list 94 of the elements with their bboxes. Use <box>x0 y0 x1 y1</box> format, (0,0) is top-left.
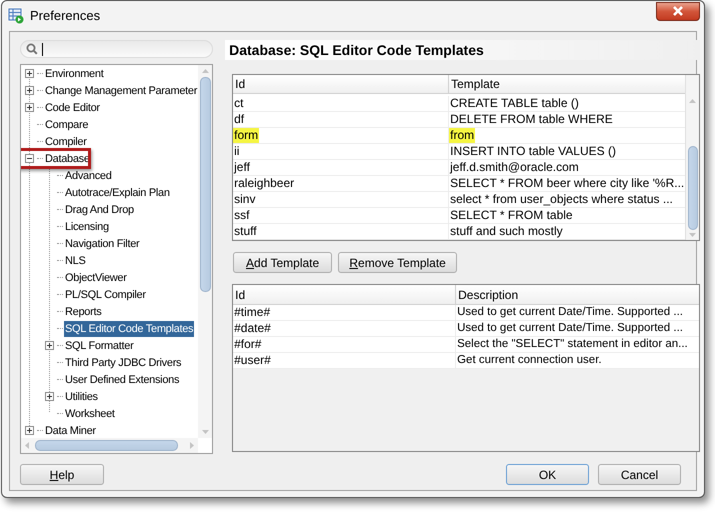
tree-item[interactable]: Autotrace/Explain Plan <box>64 184 171 200</box>
table-cell: #for# <box>233 337 262 352</box>
column-header[interactable]: Id <box>233 75 450 94</box>
tree-item[interactable]: Utilities <box>64 388 99 404</box>
help-button[interactable]: Help <box>20 464 104 485</box>
add-button[interactable]: Add Template <box>233 252 332 273</box>
table-cell: #time# <box>233 305 272 320</box>
table-cell: #date# <box>233 321 272 336</box>
expand-toggle[interactable] <box>25 103 34 112</box>
expand-toggle[interactable] <box>45 341 54 350</box>
table-cell: jeff <box>233 160 251 175</box>
tree-line <box>37 107 43 108</box>
tree-line <box>57 226 63 227</box>
tree-line <box>37 73 43 74</box>
cancel-button[interactable]: Cancel <box>598 464 681 485</box>
table-cell: #user# <box>233 353 272 368</box>
collapse-toggle[interactable] <box>25 154 34 163</box>
search-icon <box>26 43 38 55</box>
tree-item[interactable]: NLS <box>64 252 86 268</box>
table-cell: Used to get current Date/Time. Supported ... <box>456 305 684 320</box>
tree-item[interactable]: ObjectViewer <box>64 270 128 286</box>
table-cell: Select the "SELECT" statement in editor an... <box>456 337 689 352</box>
expand-toggle[interactable] <box>45 392 54 401</box>
table-cell: ssf <box>233 208 250 223</box>
tree-item[interactable]: Environment <box>44 66 104 82</box>
tree-item[interactable]: Licensing <box>64 218 110 234</box>
table-cell: form <box>233 128 260 143</box>
column-header[interactable]: Description <box>456 285 700 304</box>
table-cell: sinv <box>233 192 256 207</box>
tree-item[interactable]: PL/SQL Compiler <box>64 286 147 302</box>
tree-item[interactable]: Database <box>44 150 91 166</box>
close-icon <box>672 6 684 16</box>
tree-line <box>57 328 63 329</box>
search-field[interactable] <box>20 40 214 58</box>
tree-item[interactable]: Code Editor <box>44 100 101 116</box>
table-cell: from <box>449 128 476 143</box>
tree-line <box>37 430 43 431</box>
tree-line <box>57 396 63 397</box>
tree-item[interactable]: SQL Formatter <box>64 338 134 354</box>
table-cell: stuff <box>233 224 258 239</box>
table-cell: Used to get current Date/Time. Supported ... <box>456 321 684 336</box>
tree-item[interactable]: Data Miner <box>44 422 97 438</box>
table-cell: Get current connection user. <box>456 353 603 368</box>
tree-line <box>57 311 63 312</box>
table-cell: ii <box>233 144 240 159</box>
ok-button[interactable]: OK <box>506 464 589 485</box>
tree-item[interactable]: Compare <box>44 116 90 132</box>
app-icon <box>8 8 24 24</box>
expand-toggle[interactable] <box>25 426 34 435</box>
table-cell: SELECT * FROM table <box>449 208 574 223</box>
text-cursor <box>42 42 43 56</box>
remove-button[interactable]: Remove Template <box>338 252 458 273</box>
table-cell: CREATE TABLE table () <box>449 96 580 111</box>
tree-line <box>37 124 43 125</box>
tree-line <box>57 260 63 261</box>
tree-item[interactable]: Advanced <box>64 168 113 184</box>
page-heading: Database: SQL Editor Code Templates <box>229 40 484 60</box>
tree-line <box>57 209 63 210</box>
table-cell: DELETE FROM table WHERE <box>449 112 614 127</box>
table-cell: stuff and such mostly <box>449 224 564 239</box>
table-cell: raleighbeer <box>233 176 296 191</box>
expand-toggle[interactable] <box>25 69 34 78</box>
table-cell: SELECT * FROM beer where city like '%R... <box>449 176 686 191</box>
tree-item[interactable]: Change Management Parameter <box>44 82 198 98</box>
expand-toggle[interactable] <box>25 86 34 95</box>
tree-item[interactable]: User Defined Extensions <box>64 372 180 388</box>
tree-line <box>57 192 63 193</box>
table-cell: df <box>233 112 246 127</box>
column-header[interactable]: Template <box>449 75 686 94</box>
tree-line <box>57 413 63 414</box>
tree-line <box>37 158 43 159</box>
tree-item[interactable]: Drag And Drop <box>64 202 135 218</box>
tree-line <box>57 345 63 346</box>
table-cell: select * from user_objects where status ... <box>449 192 674 207</box>
tree-item[interactable]: Compiler <box>44 134 88 150</box>
table-cell: ct <box>233 96 244 111</box>
tree-line <box>57 362 63 363</box>
tree-item[interactable]: Worksheet <box>64 406 116 422</box>
tree-item[interactable]: Navigation Filter <box>64 236 140 252</box>
tree-item[interactable]: SQL Editor Code Templates <box>64 320 194 336</box>
close-button[interactable] <box>656 2 700 20</box>
column-header[interactable]: Id <box>233 285 456 304</box>
tree-line <box>57 379 63 380</box>
tree-line <box>37 141 43 142</box>
tree-item[interactable]: Third Party JDBC Drivers <box>64 354 182 370</box>
window-title: Preferences <box>30 7 100 26</box>
table-cell: INSERT INTO table VALUES () <box>449 144 617 159</box>
tree-item[interactable]: Reports <box>64 304 102 320</box>
table-cell: jeff.d.smith@oracle.com <box>449 160 580 175</box>
tree-line <box>37 90 43 91</box>
tree-line <box>57 277 63 278</box>
tree-line <box>57 243 63 244</box>
tree-line <box>57 175 63 176</box>
tree-line <box>57 294 63 295</box>
